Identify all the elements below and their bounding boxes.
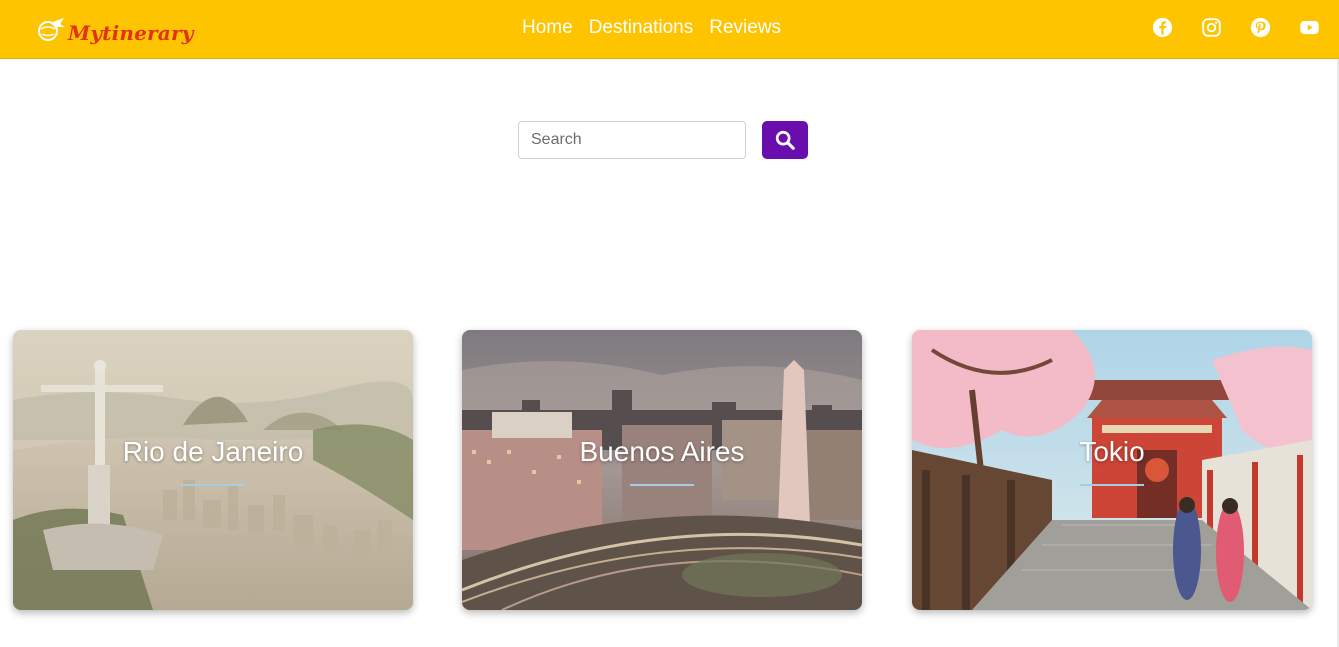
nav-link-reviews[interactable]: Reviews bbox=[709, 16, 781, 40]
facebook-icon[interactable] bbox=[1152, 17, 1173, 38]
instagram-icon[interactable] bbox=[1201, 17, 1222, 38]
title-underline bbox=[1080, 484, 1144, 486]
nav-link-destinations[interactable]: Destinations bbox=[589, 16, 694, 40]
city-card-buenos-aires[interactable]: Buenos Aires bbox=[462, 330, 862, 610]
airplane-globe-icon bbox=[38, 18, 65, 41]
brand-logo[interactable]: Mytinerary bbox=[36, 13, 194, 47]
city-name-rio-de-janeiro: Rio de Janeiro bbox=[122, 436, 304, 467]
main-nav: Home Destinations Reviews bbox=[522, 16, 781, 40]
city-name-tokio: Tokio bbox=[1079, 436, 1145, 467]
city-card-tokio[interactable]: Tokio bbox=[912, 330, 1312, 610]
search-button[interactable] bbox=[762, 121, 808, 159]
city-image-buenos-aires bbox=[462, 330, 862, 610]
top-navbar: Mytinerary Home Destinations Reviews bbox=[0, 0, 1339, 59]
search-input[interactable] bbox=[518, 121, 746, 159]
youtube-icon[interactable] bbox=[1299, 17, 1320, 38]
city-image-rio-de-janeiro bbox=[13, 330, 413, 610]
brand-name: Mytinerary bbox=[68, 21, 194, 45]
city-name-buenos-aires: Buenos Aires bbox=[579, 436, 745, 467]
nav-link-home[interactable]: Home bbox=[522, 16, 573, 40]
city-image-tokio bbox=[912, 330, 1312, 610]
search-icon bbox=[775, 130, 795, 150]
pinterest-icon[interactable] bbox=[1250, 17, 1271, 38]
title-underline bbox=[630, 484, 694, 486]
city-card-rio-de-janeiro[interactable]: Rio de Janeiro bbox=[13, 330, 413, 610]
social-links bbox=[1152, 17, 1320, 38]
title-underline bbox=[181, 484, 245, 486]
